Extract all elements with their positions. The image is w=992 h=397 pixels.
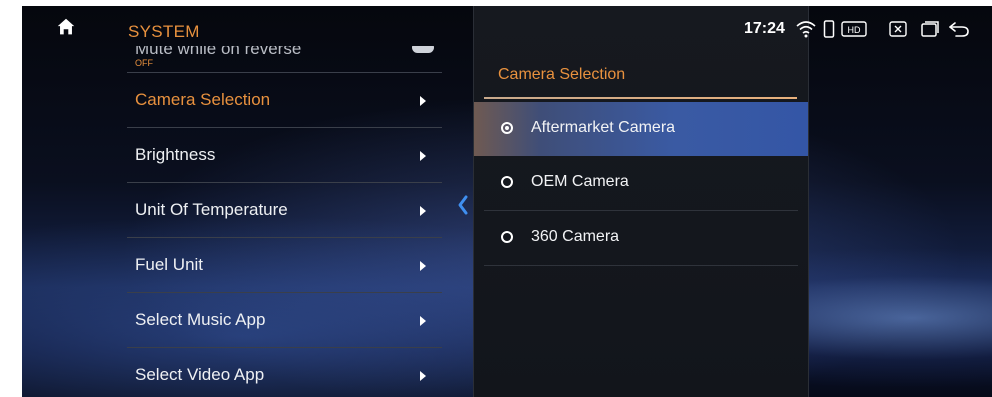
- option-oem-camera[interactable]: OEM Camera: [484, 156, 798, 211]
- camera-selection-panel: Camera Selection Aftermarket Camera OEM …: [473, 6, 809, 397]
- menu-item-fuel-unit[interactable]: Fuel Unit: [127, 238, 442, 293]
- panel-title-underline: [484, 97, 797, 99]
- menu-item-label: Unit Of Temperature: [135, 200, 288, 219]
- radio-selected-icon[interactable]: [501, 122, 513, 134]
- menu-item-label: Brightness: [135, 145, 216, 164]
- arrow-right-icon: [420, 96, 426, 106]
- radio-unselected-icon[interactable]: [501, 176, 513, 188]
- settings-menu: Mute while on reverse OFF Camera Selecti…: [127, 46, 442, 397]
- menu-item-label: Fuel Unit: [135, 255, 204, 274]
- head-unit-screen: SYSTEM Mute while on reverse OFF Camera …: [22, 6, 992, 397]
- mute-toggle[interactable]: [412, 46, 434, 53]
- menu-item-value: OFF: [135, 58, 153, 68]
- arrow-right-icon: [420, 371, 426, 381]
- menu-item-select-video-app[interactable]: Select Video App: [127, 348, 442, 397]
- home-icon[interactable]: [55, 16, 77, 38]
- menu-item-label: Camera Selection: [135, 90, 271, 109]
- menu-item-label: Select Music App: [135, 310, 266, 329]
- panel-title: Camera Selection: [498, 66, 626, 83]
- back-icon[interactable]: [947, 20, 971, 38]
- page-title: SYSTEM: [128, 22, 200, 41]
- option-label: OEM Camera: [531, 173, 629, 190]
- hd-icon: HD: [841, 21, 867, 37]
- close-box-icon[interactable]: [883, 20, 913, 38]
- menu-item-unit-of-temperature[interactable]: Unit Of Temperature: [127, 183, 442, 238]
- menu-item-brightness[interactable]: Brightness: [127, 128, 442, 183]
- menu-item-label: Mute while on reverse: [135, 46, 302, 58]
- menu-item-camera-selection[interactable]: Camera Selection: [127, 73, 442, 128]
- arrow-right-icon: [420, 261, 426, 271]
- recent-apps-icon[interactable]: [919, 20, 941, 38]
- clock: 17:24: [744, 20, 785, 37]
- phone-icon: [823, 20, 835, 38]
- hd-label: HD: [847, 25, 860, 35]
- status-bar: 17:24 HD: [744, 18, 971, 40]
- menu-item-label: Select Video App: [135, 365, 265, 384]
- arrow-right-icon: [420, 206, 426, 216]
- radio-unselected-icon[interactable]: [501, 231, 513, 243]
- option-360-camera[interactable]: 360 Camera: [484, 211, 798, 266]
- camera-options-list: Aftermarket Camera OEM Camera 360 Camera: [474, 102, 808, 266]
- menu-item-mute-on-reverse[interactable]: Mute while on reverse OFF: [127, 46, 442, 73]
- option-aftermarket-camera[interactable]: Aftermarket Camera: [474, 102, 808, 156]
- wifi-icon: [796, 21, 816, 38]
- chevron-left-icon[interactable]: [456, 194, 470, 216]
- option-label: Aftermarket Camera: [531, 119, 676, 136]
- option-label: 360 Camera: [531, 228, 620, 245]
- arrow-right-icon: [420, 316, 426, 326]
- arrow-right-icon: [420, 151, 426, 161]
- menu-item-select-music-app[interactable]: Select Music App: [127, 293, 442, 348]
